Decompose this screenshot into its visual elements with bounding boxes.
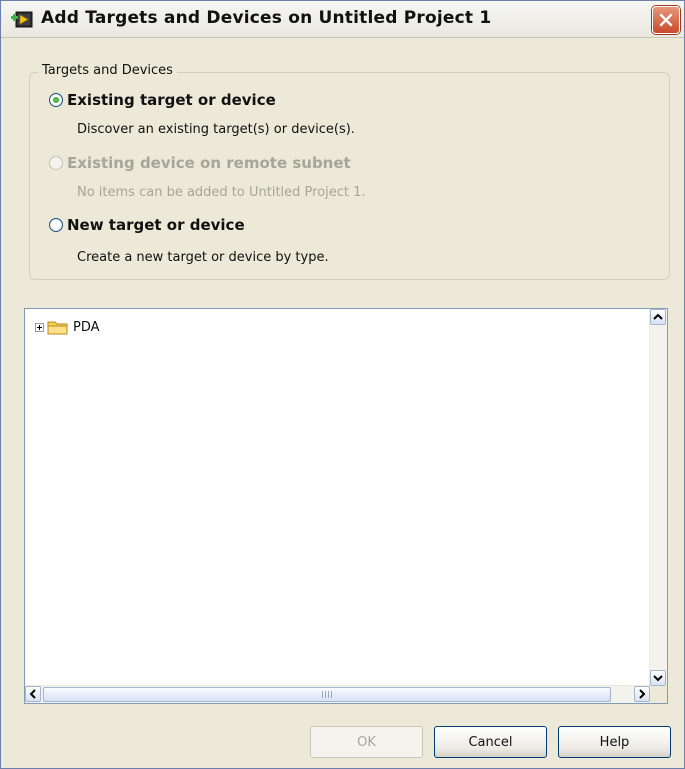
radio-existing-target[interactable]: Existing target or device (49, 91, 276, 109)
expand-plus-icon[interactable] (35, 322, 44, 332)
scroll-up-button[interactable] (650, 309, 666, 325)
cancel-button[interactable]: Cancel (434, 726, 547, 758)
radio-button-unselected[interactable] (49, 218, 63, 232)
tree-item-pda[interactable]: PDA (35, 319, 100, 335)
radio-remote-subnet: Existing device on remote subnet (49, 154, 351, 172)
scroll-left-button[interactable] (25, 686, 41, 702)
scrollbar-corner (650, 686, 667, 703)
device-tree-panel[interactable]: PDA (24, 308, 668, 704)
window-title: Add Targets and Devices on Untitled Proj… (41, 8, 492, 28)
group-legend: Targets and Devices (38, 63, 177, 78)
help-button[interactable]: Help (558, 726, 671, 758)
tree-item-label: PDA (73, 319, 100, 335)
horizontal-scrollbar[interactable] (25, 685, 650, 703)
radio-button-selected[interactable] (49, 93, 63, 107)
radio-button-disabled (49, 156, 63, 170)
labview-app-icon (11, 9, 33, 29)
radio-new-target[interactable]: New target or device (49, 216, 245, 234)
description-existing-target: Discover an existing target(s) or device… (77, 122, 355, 137)
radio-label-new-target: New target or device (67, 216, 245, 234)
radio-dot-icon (53, 97, 59, 103)
arrow-left-icon (29, 689, 36, 699)
close-icon (659, 13, 673, 27)
arrow-down-icon (653, 675, 663, 682)
radio-label-existing-target: Existing target or device (67, 91, 276, 109)
scroll-right-button[interactable] (634, 686, 650, 702)
horizontal-scroll-thumb[interactable] (43, 687, 611, 702)
close-button[interactable] (652, 6, 680, 34)
scroll-grip-icon (322, 691, 332, 698)
folder-icon (47, 321, 68, 335)
ok-button[interactable]: OK (310, 726, 423, 758)
radio-label-remote-subnet: Existing device on remote subnet (67, 154, 351, 172)
description-remote-subnet: No items can be added to Untitled Projec… (77, 185, 366, 200)
description-new-target: Create a new target or device by type. (77, 250, 329, 265)
title-bar[interactable]: Add Targets and Devices on Untitled Proj… (1, 1, 684, 38)
dialog-window: Add Targets and Devices on Untitled Proj… (0, 0, 685, 769)
arrow-up-icon (653, 313, 663, 320)
vertical-scrollbar[interactable] (649, 309, 667, 686)
arrow-right-icon (639, 689, 646, 699)
scroll-down-button[interactable] (650, 670, 666, 686)
